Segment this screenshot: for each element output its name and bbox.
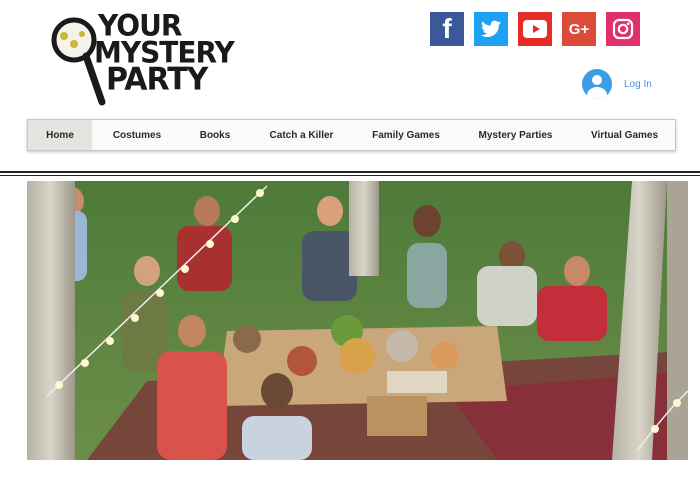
social-bar: f G+ [430, 12, 640, 46]
instagram-icon[interactable] [606, 12, 640, 46]
google-plus-glyph: G+ [568, 20, 590, 38]
nav-item-virtual-games[interactable]: Virtual Games [574, 120, 675, 150]
login-button[interactable]: Log In [582, 69, 652, 99]
facebook-glyph: f [442, 13, 452, 44]
avatar-icon [582, 69, 612, 99]
nav-item-catch-a-killer[interactable]: Catch a Killer [248, 120, 355, 150]
picnic-party-photo [27, 181, 688, 460]
youtube-play-icon [523, 20, 547, 38]
twitter-bird-icon [481, 20, 501, 37]
youtube-icon[interactable] [518, 12, 552, 46]
instagram-camera-icon [612, 18, 634, 40]
header-divider [0, 171, 700, 173]
hero-image [27, 181, 688, 460]
nav-item-mystery-parties[interactable]: Mystery Parties [457, 120, 574, 150]
logo-text: YOUR MYSTERY PARTY [94, 11, 235, 98]
nav-item-family-games[interactable]: Family Games [355, 120, 457, 150]
google-plus-icon[interactable]: G+ [562, 12, 596, 46]
main-nav: Home Costumes Books Catch a Killer Famil… [27, 119, 676, 151]
login-label: Log In [624, 78, 652, 90]
site-logo[interactable]: YOUR MYSTERY PARTY [50, 11, 235, 108]
header-divider-thin [0, 175, 700, 176]
nav-item-home[interactable]: Home [28, 120, 92, 150]
nav-item-books[interactable]: Books [182, 120, 248, 150]
facebook-icon[interactable]: f [430, 12, 464, 46]
logo-line-3: PARTY [106, 61, 208, 98]
nav-item-costumes[interactable]: Costumes [92, 120, 182, 150]
twitter-icon[interactable] [474, 12, 508, 46]
